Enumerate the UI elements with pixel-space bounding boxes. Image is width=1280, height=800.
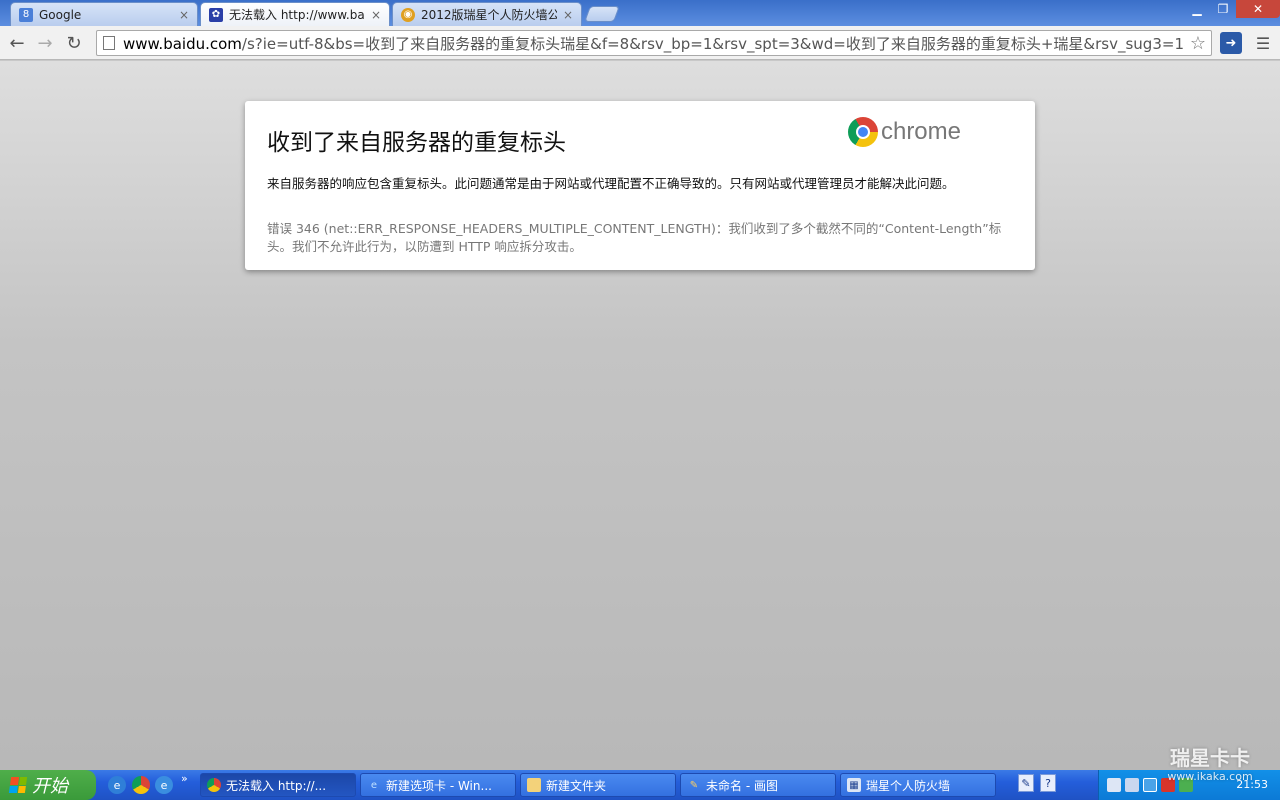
url-text: www.baidu.com/s?ie=utf-8&bs=收到了来自服务器的重复标… [123, 33, 1185, 54]
forward-arrow-icon[interactable]: → [34, 32, 56, 54]
taskbar: 开始 e e » 无法载入 http://... e 新建选项卡 - Win..… [0, 770, 1280, 800]
close-icon[interactable]: × [371, 8, 381, 22]
error-detail: 错误 346 (net::ERR_RESPONSE_HEADERS_MULTIP… [267, 221, 1002, 254]
url-host: www.baidu.com [123, 34, 242, 53]
error-panel: 收到了来自服务器的重复标头 chrome 来自服务器的响应包含重复标头。此问题通… [245, 101, 1035, 270]
network-icon[interactable] [1107, 778, 1121, 792]
watermark-title: 瑞星卡卡 [1170, 746, 1250, 770]
ie-icon: e [370, 779, 378, 791]
ie-icon[interactable]: e [108, 776, 126, 794]
task-label: 无法载入 http://... [226, 778, 327, 793]
taskbar-item-chrome[interactable]: 无法载入 http://... [200, 773, 356, 797]
start-label: 开始 [32, 776, 68, 797]
chrome-ball-icon [847, 117, 878, 147]
new-tab-button[interactable] [584, 6, 620, 22]
taskbar-item-firewall[interactable]: ▦ 瑞星个人防火墙 [840, 773, 996, 797]
page-content: 收到了来自服务器的重复标头 chrome 来自服务器的响应包含重复标头。此问题通… [0, 61, 1280, 770]
chrome-icon [207, 778, 221, 792]
task-label: 瑞星个人防火墙 [866, 778, 951, 793]
tab-title: 2012版瑞星个人防火墙公测 [421, 8, 557, 22]
firewall-icon: ▦ [847, 778, 861, 792]
maximize-button[interactable]: ❐ [1210, 0, 1236, 18]
reload-icon[interactable]: ↻ [63, 32, 85, 54]
taskbar-item-ie[interactable]: e 新建选项卡 - Win... [360, 773, 516, 797]
chrome-icon[interactable] [132, 776, 150, 794]
wrench-menu-icon[interactable]: ☰ [1252, 32, 1274, 54]
window-controls: ▁ ❐ ✕ [1184, 0, 1280, 18]
watermark-url: www.ikaka.com [1167, 770, 1253, 783]
tab-rising[interactable]: ◉ 2012版瑞星个人防火墙公测 × [392, 2, 582, 26]
start-button[interactable]: 开始 [0, 770, 96, 800]
paint-icon: ✎ [689, 779, 699, 791]
taskbar-item-folder[interactable]: 新建文件夹 [520, 773, 676, 797]
page-icon [103, 36, 115, 50]
browser-toolbar: ← → ↻ www.baidu.com/s?ie=utf-8&bs=收到了来自服… [0, 26, 1280, 60]
extension-arrow-icon[interactable]: ➜ [1220, 32, 1242, 54]
error-message: 来自服务器的响应包含重复标头。此问题通常是由于网站或代理配置不正确导致的。只有网… [267, 176, 955, 191]
taskbar-item-paint[interactable]: ✎ 未命名 - 画图 [680, 773, 836, 797]
chrome-logo: chrome [847, 117, 961, 147]
chrome-wordmark: chrome [880, 118, 961, 145]
close-icon[interactable]: × [179, 8, 189, 22]
tab-strip: 8 Google × ✿ 无法载入 http://www.baic × ◉ 20… [0, 0, 1280, 26]
address-bar[interactable]: www.baidu.com/s?ie=utf-8&bs=收到了来自服务器的重复标… [96, 30, 1212, 56]
help-icon[interactable]: ? [1040, 774, 1056, 792]
url-path: /s?ie=utf-8&bs=收到了来自服务器的重复标头瑞星&f=8&rsv_b… [241, 34, 1185, 53]
watermark: 瑞星卡卡 www.ikaka.com [1145, 746, 1275, 792]
language-bar: ✎ ? [1018, 774, 1056, 792]
back-arrow-icon[interactable]: ← [6, 32, 28, 54]
ie-icon[interactable]: e [155, 776, 173, 794]
tab-title: Google [39, 7, 82, 22]
task-label: 新建文件夹 [546, 778, 607, 793]
windows-flag-icon [8, 777, 28, 793]
quicklaunch-more-icon[interactable]: » [181, 772, 188, 785]
task-label: 未命名 - 画图 [706, 778, 778, 793]
minimize-button[interactable]: ▁ [1184, 0, 1210, 18]
google-icon: 8 [19, 7, 33, 22]
close-window-button[interactable]: ✕ [1236, 0, 1280, 18]
task-label: 新建选项卡 - Win... [386, 778, 492, 793]
close-icon[interactable]: × [563, 8, 573, 22]
baidu-paw-icon: ✿ [209, 7, 223, 22]
folder-icon [527, 778, 541, 792]
volume-icon[interactable] [1125, 778, 1139, 792]
input-method-icon[interactable]: ✎ [1018, 774, 1034, 792]
tab-google[interactable]: 8 Google × [10, 2, 198, 26]
tab-title: 无法载入 http://www.baic [229, 8, 365, 22]
bookmark-star-icon[interactable]: ☆ [1185, 33, 1211, 54]
tab-baidu[interactable]: ✿ 无法载入 http://www.baic × [200, 2, 390, 26]
rising-icon: ◉ [401, 7, 415, 22]
